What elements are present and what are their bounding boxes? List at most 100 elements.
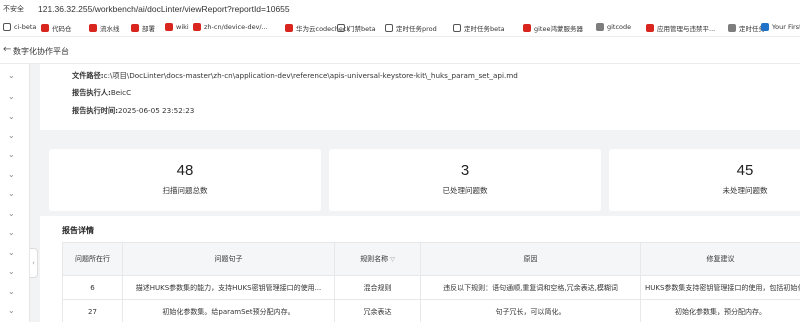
cell-rule: 冗余表达 xyxy=(334,299,421,322)
executor-label: 报告执行人: xyxy=(72,88,111,97)
bookmark-item[interactable]: wiki xyxy=(165,23,189,31)
issues-table: 问题所在行 问题句子 规则名称 ▽ 原因 修复建议 6 描述HUKS参数集的能力，… xyxy=(62,242,800,322)
chevron-down-icon[interactable]: ⌄ xyxy=(8,92,15,101)
globe-icon xyxy=(453,24,461,32)
chevron-down-icon[interactable]: ⌄ xyxy=(8,189,15,198)
bookmark-item[interactable]: 应用管理与违禁平... xyxy=(646,23,715,33)
executor-value: BeicC xyxy=(110,88,132,97)
cell-fix: HUKS参数集支持密钥管理接口的使用，包括初始化 xyxy=(640,275,800,300)
app-title: 数字化协作平台 xyxy=(13,47,69,56)
col-header-fix: 修复建议 xyxy=(640,242,800,276)
bookmark-item[interactable]: 部署 xyxy=(131,23,155,33)
filter-icon[interactable]: ▽ xyxy=(390,256,395,263)
bookmark-label: ci-beta xyxy=(14,23,37,31)
address-bar[interactable]: 不安全 121.36.32.255/workbench/ai/docLinter… xyxy=(0,0,800,17)
huawei-icon xyxy=(165,23,173,31)
chevron-down-icon[interactable]: ⌄ xyxy=(8,306,15,315)
huawei-icon xyxy=(131,24,139,32)
cell-reason: 句子冗长，可以简化。 xyxy=(420,299,641,322)
bookmark-item[interactable]: 流水线 xyxy=(89,23,120,33)
bookmark-item[interactable]: 定时任务 xyxy=(728,23,765,33)
cell-sentence: 描述HUKS参数集的能力，支持HUKS密钥管理接口的使用... xyxy=(122,275,335,300)
bookmark-item[interactable]: 定时任务prod xyxy=(385,23,437,33)
globe-icon xyxy=(3,23,11,31)
bookmark-label: 流水线 xyxy=(100,25,120,33)
folder-icon xyxy=(596,23,604,31)
chevron-down-icon[interactable]: ⌄ xyxy=(8,267,15,276)
chevron-down-icon[interactable]: ⌄ xyxy=(8,170,15,179)
report-details-title: 报告详情 xyxy=(62,226,94,235)
chevron-down-icon[interactable]: ⌄ xyxy=(8,131,15,140)
total-issues-label: 扫描问题总数 xyxy=(162,186,208,195)
bookmark-label: gitcode xyxy=(607,23,632,31)
chevron-down-icon[interactable]: ⌄ xyxy=(8,209,15,218)
report-info-card: 文件路径:c:\项目\DocLinter\docs-master\zh-cn\a… xyxy=(40,64,800,130)
exec-time-line: 报告执行时间:2025-06-05 23:52:23 xyxy=(72,106,194,116)
folder-icon xyxy=(728,24,736,32)
table-row[interactable]: 27 初始化参数集。给paramSet预分配内存。 冗余表达 句子冗长，可以简化… xyxy=(62,299,800,322)
bookmark-label: 应用管理与违禁平... xyxy=(657,25,716,33)
table-header-row: 问题所在行 问题句子 规则名称 ▽ 原因 修复建议 xyxy=(62,242,800,276)
bookmark-label: Your First Extensio... xyxy=(772,23,800,31)
total-issues-count: 48 xyxy=(176,162,194,179)
file-path-value: c:\项目\DocLinter\docs-master\zh-cn\applic… xyxy=(103,71,518,80)
chevron-down-icon[interactable]: ⌄ xyxy=(8,71,15,80)
bookmark-item[interactable]: zh-cn/device-dev/... xyxy=(193,23,268,31)
insecure-indicator[interactable]: 不安全 xyxy=(3,4,24,14)
bookmarks-bar: ci-beta 代码仓 流水线 部署 wiki zh-cn/device-dev/... 华… xyxy=(0,17,800,37)
chevron-down-icon[interactable]: ⌄ xyxy=(8,248,15,257)
bookmark-label: 代码仓 xyxy=(52,25,72,33)
bookmark-item[interactable]: 代码仓 xyxy=(41,23,72,33)
unhandled-issues-label: 未处理问题数 xyxy=(722,186,768,195)
bookmark-label: 部署 xyxy=(142,25,155,33)
huawei-icon xyxy=(89,24,97,32)
bookmark-item[interactable]: gitcode xyxy=(596,23,631,31)
bookmark-label: gitee鸿蒙服务器 xyxy=(534,25,583,33)
col-header-sentence: 问题句子 xyxy=(122,242,335,276)
exec-time-value: 2025-06-05 23:52:23 xyxy=(118,106,195,115)
globe-icon xyxy=(385,24,393,32)
stat-card-handled: 3 已处理问题数 xyxy=(329,149,601,211)
main-content: 文件路径:c:\项目\DocLinter\docs-master\zh-cn\a… xyxy=(30,64,800,322)
handled-issues-count: 3 xyxy=(460,162,470,179)
back-arrow-icon[interactable]: ← xyxy=(3,44,11,55)
col-header-line: 问题所在行 xyxy=(62,242,123,276)
stat-card-total: 48 扫描问题总数 xyxy=(49,149,321,211)
bookmark-item[interactable]: ci-beta xyxy=(3,23,36,31)
url-text[interactable]: 121.36.32.255/workbench/ai/docLinter/vie… xyxy=(38,4,290,14)
cell-sentence: 初始化参数集。给paramSet预分配内存。 xyxy=(122,299,335,322)
bookmark-item[interactable]: Your First Extensio... xyxy=(761,23,800,31)
chevron-down-icon[interactable]: ⌄ xyxy=(8,228,15,237)
bookmark-label: wiki xyxy=(176,23,189,31)
stat-card-unhandled: 45 未处理问题数 xyxy=(609,149,800,211)
huawei-icon xyxy=(523,24,531,32)
chevron-down-icon[interactable]: ⌄ xyxy=(8,150,15,159)
executor-line: 报告执行人:BeicC xyxy=(72,88,131,98)
huawei-icon xyxy=(41,24,49,32)
sidebar-collapse-handle[interactable]: ‹ xyxy=(30,248,38,278)
chevron-down-icon[interactable]: ⌄ xyxy=(8,112,15,121)
bookmark-item[interactable]: gitee鸿蒙服务器 xyxy=(523,23,583,33)
handled-issues-label: 已处理问题数 xyxy=(442,186,488,195)
cell-reason: 违反以下规则：语句通顺,重复词和空格,冗余表达,模糊词 xyxy=(420,275,641,300)
chevron-down-icon[interactable]: ⌄ xyxy=(8,287,15,296)
huawei-icon xyxy=(193,23,201,31)
report-details-panel: 报告详情 问题所在行 问题句子 规则名称 ▽ 原因 修复建议 6 描述HUKS参数… xyxy=(40,216,800,322)
cell-fix: 初始化参数集，预分配内存。 xyxy=(640,299,800,322)
bookmark-label: 定时任务beta xyxy=(464,25,505,33)
exec-time-label: 报告执行时间: xyxy=(72,106,118,115)
bookmark-label: zh-cn/device-dev/... xyxy=(204,23,268,31)
cell-line: 27 xyxy=(62,299,123,322)
col-header-rule[interactable]: 规则名称 ▽ xyxy=(334,242,421,276)
vscode-icon xyxy=(761,23,769,31)
unhandled-issues-count: 45 xyxy=(736,162,754,179)
bookmark-label: 定时任务prod xyxy=(396,25,437,33)
col-header-reason: 原因 xyxy=(420,242,641,276)
table-row[interactable]: 6 描述HUKS参数集的能力，支持HUKS密钥管理接口的使用... 混合规则 违… xyxy=(62,275,800,300)
huawei-icon xyxy=(646,24,654,32)
huawei-icon xyxy=(285,24,293,32)
bookmark-item[interactable]: 门禁beta xyxy=(337,23,376,33)
bookmark-item[interactable]: 定时任务beta xyxy=(453,23,505,33)
globe-icon xyxy=(337,24,345,32)
col-header-rule-label: 规则名称 xyxy=(360,255,389,263)
